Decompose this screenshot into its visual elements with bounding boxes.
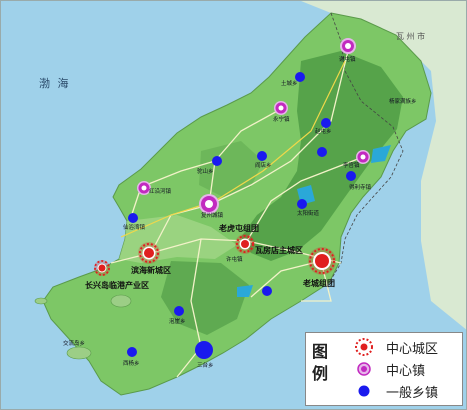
map-label: 交流岛乡	[63, 339, 85, 347]
legend-item-center-town: 中心镇	[350, 359, 425, 379]
map-frame: 渤 海 瓦 州 市 长兴岛临港产业区 滨海新城区 老虎屯组团 瓦房店主城区 老城…	[0, 0, 467, 410]
legend: 图例 中心城区 中心镇 一般乡镇	[305, 332, 463, 406]
map-label: 复州城镇	[201, 211, 224, 219]
map-label: 杨家满族乡	[389, 97, 417, 105]
dot-icon	[350, 381, 378, 401]
map-label: 驼山乡	[197, 167, 214, 175]
map-label: 许屯镇	[226, 255, 243, 263]
map-label: 西杨乡	[123, 359, 140, 367]
map-label: 瓦房店主城区	[255, 245, 303, 255]
island	[110, 294, 132, 308]
map-label: 滨海新城区	[131, 265, 171, 275]
map-label: 永宁镇	[273, 115, 290, 123]
map-label: 长兴岛临港产业区	[85, 280, 149, 290]
map-label: 老虎屯组团	[218, 223, 259, 233]
map-label: 李官镇	[343, 161, 360, 169]
island	[66, 346, 92, 360]
ring-icon	[350, 359, 378, 379]
legend-label: 一般乡镇	[386, 385, 439, 401]
legend-label: 中心城区	[386, 341, 439, 357]
island	[34, 297, 48, 305]
map-label: 泡崖乡	[169, 317, 186, 325]
map-label: 太阳街道	[297, 209, 320, 217]
map-label: 赵屯乡	[315, 127, 332, 135]
map-label: 三台乡	[197, 361, 214, 369]
sea-label: 渤 海	[39, 76, 71, 90]
legend-title: 图例	[312, 342, 329, 383]
map-label: 谢屯镇	[339, 55, 356, 63]
map-label: 仙浴湾镇	[123, 223, 146, 231]
map-label: 红沿河镇	[149, 187, 172, 195]
legend-label: 中心镇	[386, 363, 426, 379]
map-label: 阎店乡	[255, 161, 272, 169]
neighbor-label: 瓦 州 市	[396, 31, 425, 41]
legend-item-center-city: 中心城区	[350, 337, 438, 357]
sunburst-icon	[350, 337, 378, 357]
legend-item-general-town: 一般乡镇	[350, 381, 438, 401]
map-label: 土城乡	[281, 79, 298, 87]
map-label: 得利寺镇	[349, 183, 372, 191]
map-label: 老城组团	[302, 278, 335, 288]
